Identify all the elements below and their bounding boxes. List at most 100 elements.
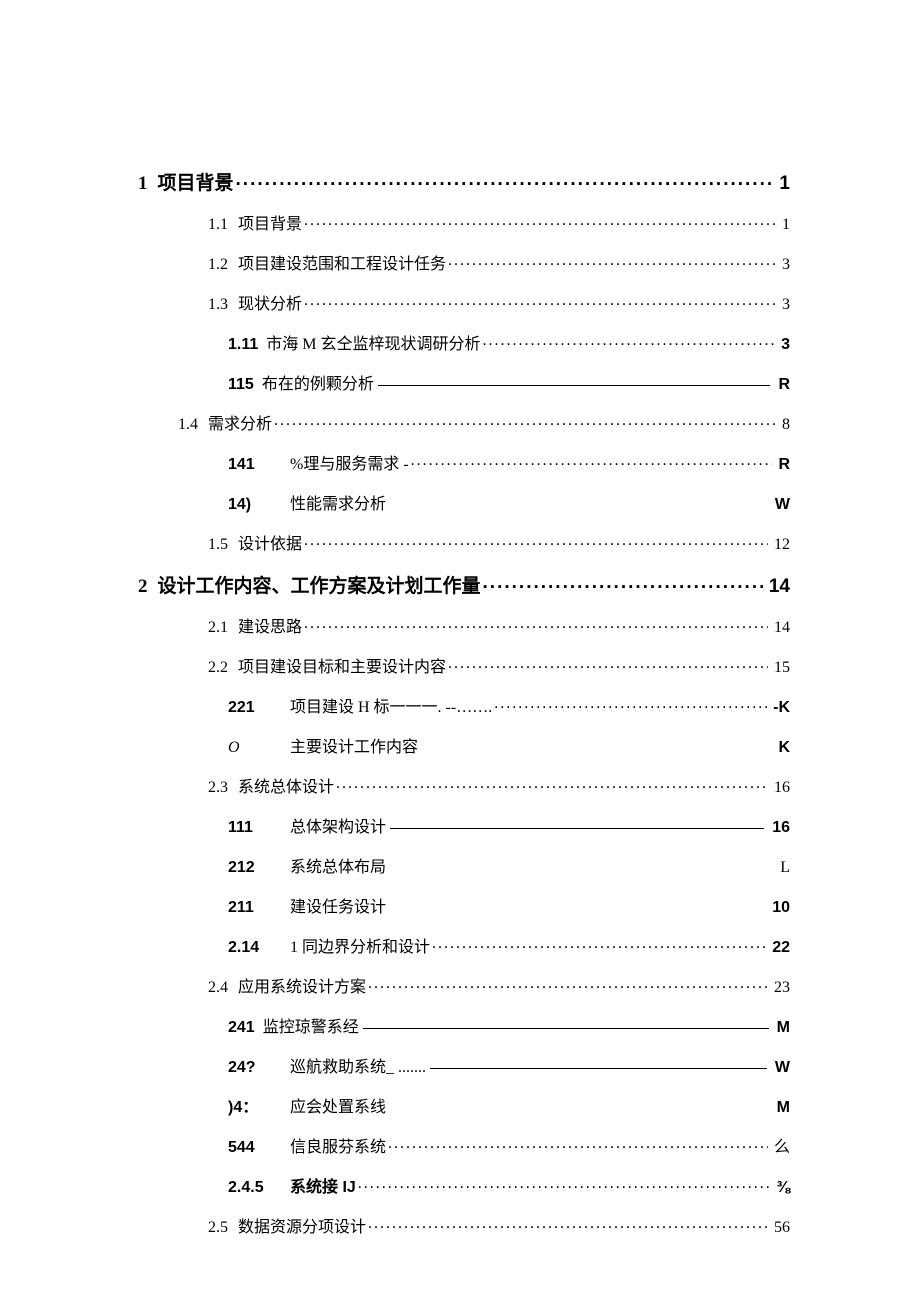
toc-number: 2.2	[178, 660, 238, 676]
toc-page-number: 56	[770, 1220, 790, 1236]
toc-leader	[428, 1056, 769, 1072]
toc-number: 221	[228, 700, 290, 716]
toc-page-number: K	[774, 740, 790, 756]
toc-entry: O主要设计工作内容 K	[228, 736, 790, 756]
toc-page-number: L	[776, 860, 790, 876]
toc-entry: 2.141 同边界分析和设计22	[228, 936, 790, 956]
toc-leader	[368, 976, 768, 992]
toc-number: O	[228, 740, 290, 756]
toc-page-number: 8	[778, 417, 790, 433]
toc-entry: 111总体架构设计16	[228, 816, 790, 836]
toc-number: 2.5	[178, 1220, 238, 1236]
toc-entry: 1.2项目建设范围和工程设计任务3	[138, 253, 790, 273]
toc-number: 115	[228, 377, 262, 393]
toc-page-number: 么	[770, 1140, 790, 1156]
toc-entry: 1.3现状分析3	[138, 293, 790, 313]
toc-entry: 14)性能需求分析W	[228, 493, 790, 513]
toc-entry: 2.4应用系统设计方案23	[138, 976, 790, 996]
toc-title: 需求分析	[208, 417, 272, 433]
toc-leader	[483, 573, 763, 592]
toc-title: 监控琼警系经	[263, 1020, 359, 1036]
toc-leader	[361, 1016, 771, 1032]
toc-title: 1 同边界分析和设计	[290, 940, 430, 956]
toc-number: 211	[228, 900, 290, 916]
toc-title: 项目背景	[238, 217, 302, 233]
toc-page-number: ⅜	[773, 1180, 790, 1196]
toc-title: 现状分析	[238, 297, 302, 313]
toc-title: 项目背景	[158, 174, 234, 193]
toc-title: 设计工作内容、工作方案及计划工作量	[158, 577, 481, 596]
toc-leader	[432, 936, 766, 952]
toc-number: 111	[228, 820, 290, 836]
toc-title: 设计依据	[238, 537, 302, 553]
toc-page-number: 3	[777, 337, 790, 353]
toc-page-number: -K	[769, 700, 790, 716]
toc-title: 巡航救助系统_ .......	[290, 1060, 426, 1076]
toc-title: 建设思路	[238, 620, 302, 636]
toc-number: 1.1	[178, 217, 238, 233]
toc-leader	[494, 696, 767, 712]
toc-entry: 221项目建设 H 标一一一. --……. -K	[228, 696, 790, 716]
toc-title: 系统接 IJ	[290, 1180, 356, 1196]
page: 1项目背景11.1项目背景11.2项目建设范围和工程设计任务31.3现状分析31…	[0, 0, 920, 1301]
toc-number: 24?	[228, 1060, 290, 1076]
toc-number: 2	[138, 577, 158, 596]
toc-entry: 115布在的例颗分析R	[228, 373, 790, 393]
toc-entry: 1.4需求分析 8	[138, 413, 790, 433]
toc-page-number: M	[773, 1100, 790, 1116]
toc-leader	[336, 776, 768, 792]
toc-number: 212	[228, 860, 290, 876]
toc-entry: 2设计工作内容、工作方案及计划工作量14	[138, 573, 790, 596]
toc-page-number: R	[774, 457, 790, 473]
toc-entry: 2.2项目建设目标和主要设计内容15	[138, 656, 790, 676]
toc-leader	[304, 213, 776, 229]
toc-number: 2.1	[178, 620, 238, 636]
toc-page-number: 3	[778, 257, 790, 273]
toc-entry: 2.4.5系统接 IJ ⅜	[228, 1176, 790, 1196]
toc-number: 241	[228, 1020, 263, 1036]
toc-leader	[388, 1136, 768, 1152]
toc-entry: 241监控琼警系经 M	[228, 1016, 790, 1036]
toc-page-number: 16	[770, 780, 790, 796]
toc-number: )4：	[228, 1100, 290, 1116]
toc-leader	[236, 170, 774, 189]
toc-title: 建设任务设计	[290, 900, 386, 916]
toc-title: 市海 M 玄仝监梓现状调研分析	[266, 337, 480, 353]
toc-number: 1.4	[178, 417, 208, 433]
toc-page-number: W	[771, 497, 790, 513]
toc-number: 2.4	[178, 980, 238, 996]
toc-entry: 544信良服芬系统么	[228, 1136, 790, 1156]
toc-leader	[448, 656, 768, 672]
toc-page-number: M	[773, 1020, 790, 1036]
toc-title: 主要设计工作内容	[290, 740, 418, 756]
toc-entry: 1项目背景1	[138, 170, 790, 193]
toc-leader	[388, 816, 766, 832]
toc-number: 1.5	[178, 537, 238, 553]
toc-entry: 2.1建设思路14	[138, 616, 790, 636]
toc-leader	[304, 293, 776, 309]
toc-title: 信良服芬系统	[290, 1140, 386, 1156]
toc-number: 2.14	[228, 940, 290, 956]
toc-title: 项目建设范围和工程设计任务	[238, 257, 446, 273]
toc-leader	[411, 453, 773, 469]
table-of-contents: 1项目背景11.1项目背景11.2项目建设范围和工程设计任务31.3现状分析31…	[138, 170, 790, 1236]
toc-leader	[274, 413, 776, 429]
toc-title: 系统总体设计	[238, 780, 334, 796]
toc-title: 总体架构设计	[290, 820, 386, 836]
toc-entry: 24?巡航救助系统_ .......W	[228, 1056, 790, 1076]
toc-page-number: 10	[768, 900, 790, 916]
toc-title: 性能需求分析	[290, 497, 386, 513]
toc-leader	[358, 1176, 771, 1192]
toc-number: 1.3	[178, 297, 238, 313]
toc-leader	[388, 856, 774, 872]
toc-leader	[448, 253, 776, 269]
toc-entry: 141%理与服务需求 -R	[228, 453, 790, 473]
toc-number: 1	[138, 174, 158, 193]
toc-title: 应会处置系线	[290, 1100, 386, 1116]
toc-entry: 211建设任务设计 10	[228, 896, 790, 916]
toc-number: 2.4.5	[228, 1180, 290, 1196]
toc-entry: )4：应会处置系线 M	[228, 1096, 790, 1116]
toc-number: 141	[228, 457, 290, 473]
toc-entry: 1.1项目背景1	[138, 213, 790, 233]
toc-number: 2.3	[178, 780, 238, 796]
